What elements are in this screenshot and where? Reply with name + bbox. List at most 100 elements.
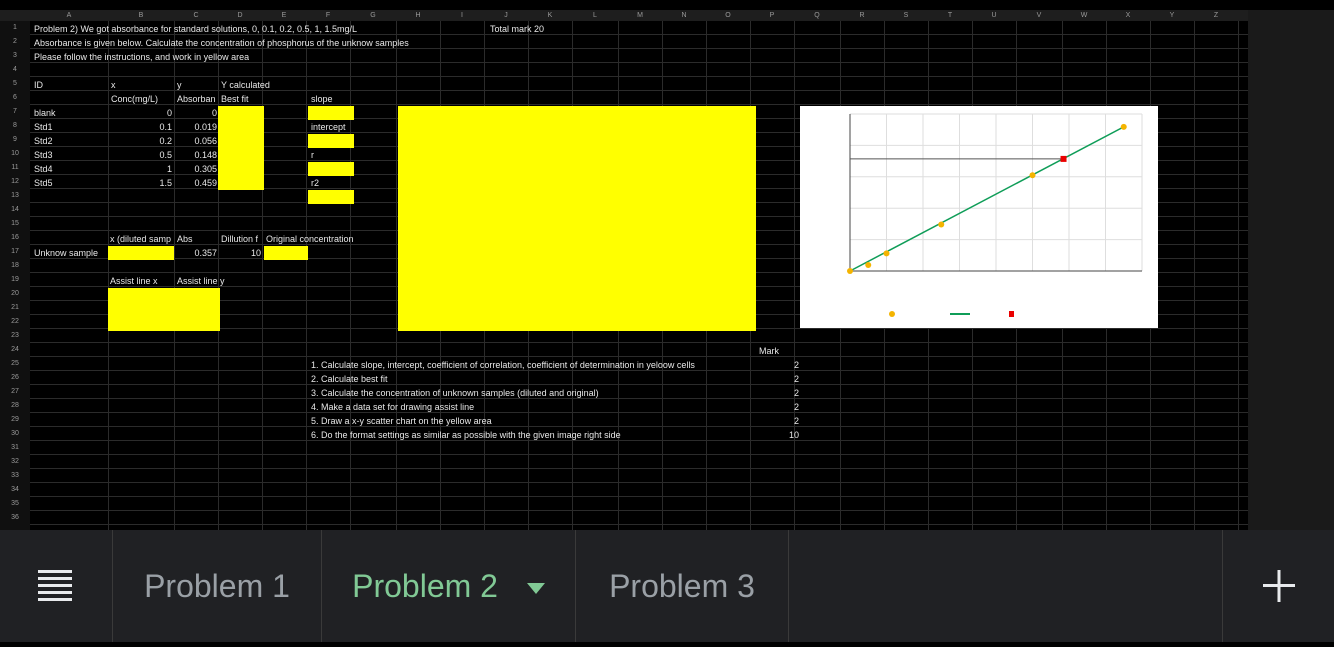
slope-cell[interactable] (308, 106, 354, 120)
bestfit-header: Best fit (221, 94, 249, 104)
grid-line (30, 342, 1248, 343)
row-header[interactable]: 6 (0, 91, 30, 105)
row-header[interactable]: 31 (0, 441, 30, 455)
ycalc-header: Y calculated (221, 80, 270, 90)
std-id: blank (34, 108, 56, 118)
row-header[interactable]: 26 (0, 371, 30, 385)
row-header[interactable]: 15 (0, 217, 30, 231)
tab-problem-1[interactable]: Problem 1 (112, 530, 321, 642)
column-header[interactable]: I (440, 10, 484, 21)
id-header: ID (34, 80, 43, 90)
row-header[interactable]: 14 (0, 203, 30, 217)
row-header[interactable]: 16 (0, 231, 30, 245)
column-header[interactable]: O (706, 10, 750, 21)
plus-icon[interactable] (1222, 530, 1334, 642)
std-abs: 0 (211, 108, 217, 118)
column-header[interactable]: A (30, 10, 108, 21)
tab-problem-2[interactable]: Problem 2 (321, 530, 575, 642)
row-header[interactable]: 30 (0, 427, 30, 441)
column-header[interactable]: L (572, 10, 618, 21)
r2-cell[interactable] (308, 190, 354, 204)
column-header[interactable]: G (350, 10, 396, 21)
row-header[interactable]: 18 (0, 259, 30, 273)
column-header[interactable]: B (108, 10, 174, 21)
list-icon[interactable] (38, 570, 72, 602)
column-header[interactable]: N (662, 10, 706, 21)
row-header[interactable]: 34 (0, 483, 30, 497)
column-header[interactable]: W (1062, 10, 1106, 21)
row-header[interactable]: 5 (0, 77, 30, 91)
instruction-mark: 2 (793, 388, 799, 398)
instruction-mark: 2 (793, 360, 799, 370)
std-id: Std4 (34, 164, 53, 174)
best-fit-cells[interactable] (218, 106, 264, 190)
row-header[interactable]: 4 (0, 63, 30, 77)
row-header[interactable]: 23 (0, 329, 30, 343)
grid-line (30, 76, 1248, 77)
column-header[interactable]: U (972, 10, 1016, 21)
row-header[interactable]: 29 (0, 413, 30, 427)
row-header[interactable]: 35 (0, 497, 30, 511)
row-header[interactable]: 13 (0, 189, 30, 203)
original-conc-cell[interactable] (264, 246, 308, 260)
spreadsheet[interactable]: ABCDEFGHIJKLMNOPQRSTUVWXYZ 1 2 3 4 5 6 7 8 9 10 11… (0, 0, 1334, 530)
chart-point (883, 250, 890, 257)
row-header[interactable]: 2 (0, 35, 30, 49)
r-cell[interactable] (308, 162, 354, 176)
column-header[interactable]: Q (794, 10, 840, 21)
column-header[interactable]: X (1106, 10, 1150, 21)
row-header[interactable]: 25 (0, 357, 30, 371)
row-header[interactable]: 24 (0, 343, 30, 357)
example-scatter-chart[interactable] (800, 106, 1158, 328)
instruction-text: 6. Do the format settings as similar as … (311, 430, 621, 440)
row-header[interactable]: 7 (0, 105, 30, 119)
std-conc: 0.5 (159, 150, 172, 160)
unknown-x-cell[interactable] (108, 246, 174, 260)
column-header[interactable]: E (262, 10, 306, 21)
column-header[interactable]: T (928, 10, 972, 21)
column-header[interactable]: Z (1194, 10, 1238, 21)
row-header[interactable]: 19 (0, 273, 30, 287)
chart-area[interactable] (398, 106, 756, 331)
column-header[interactable]: F (306, 10, 350, 21)
row-header[interactable]: 17 (0, 245, 30, 259)
instruction-text: 5. Draw a x-y scatter chart on the yello… (311, 416, 492, 426)
column-header[interactable]: P (750, 10, 794, 21)
row-header[interactable]: 32 (0, 455, 30, 469)
x-header: x (111, 80, 116, 90)
row-header[interactable]: 11 (0, 161, 30, 175)
tab-problem-3[interactable]: Problem 3 (575, 530, 788, 642)
column-header[interactable]: M (618, 10, 662, 21)
row-header[interactable]: 10 (0, 147, 30, 161)
column-header[interactable]: C (174, 10, 218, 21)
row-header[interactable]: 8 (0, 119, 30, 133)
row-header[interactable]: 20 (0, 287, 30, 301)
row-header[interactable]: 3 (0, 49, 30, 63)
dropdown-arrow-icon[interactable] (526, 582, 545, 595)
intercept-cell[interactable] (308, 134, 354, 148)
row-header[interactable]: 1 (0, 21, 30, 35)
std-abs: 0.148 (194, 150, 217, 160)
column-header[interactable]: Y (1150, 10, 1194, 21)
row-header[interactable]: 12 (0, 175, 30, 189)
column-header[interactable]: J (484, 10, 528, 21)
assist-line-cells[interactable] (108, 288, 220, 331)
chart-point (938, 221, 945, 228)
row-header[interactable]: 21 (0, 301, 30, 315)
column-header[interactable]: R (840, 10, 884, 21)
dilution-header: Dillution f (221, 234, 259, 244)
column-header[interactable]: V (1016, 10, 1062, 21)
instruction-mark: 2 (793, 374, 799, 384)
std-conc: 0.1 (159, 122, 172, 132)
column-header[interactable]: D (218, 10, 262, 21)
row-header[interactable]: 27 (0, 385, 30, 399)
row-header[interactable]: 9 (0, 133, 30, 147)
row-header[interactable]: 28 (0, 399, 30, 413)
row-header[interactable]: 33 (0, 469, 30, 483)
column-header[interactable]: S (884, 10, 928, 21)
row-header[interactable]: 36 (0, 511, 30, 525)
row-header[interactable]: 22 (0, 315, 30, 329)
instruction-mark: 10 (788, 430, 799, 440)
column-header[interactable]: K (528, 10, 572, 21)
column-header[interactable]: H (396, 10, 440, 21)
